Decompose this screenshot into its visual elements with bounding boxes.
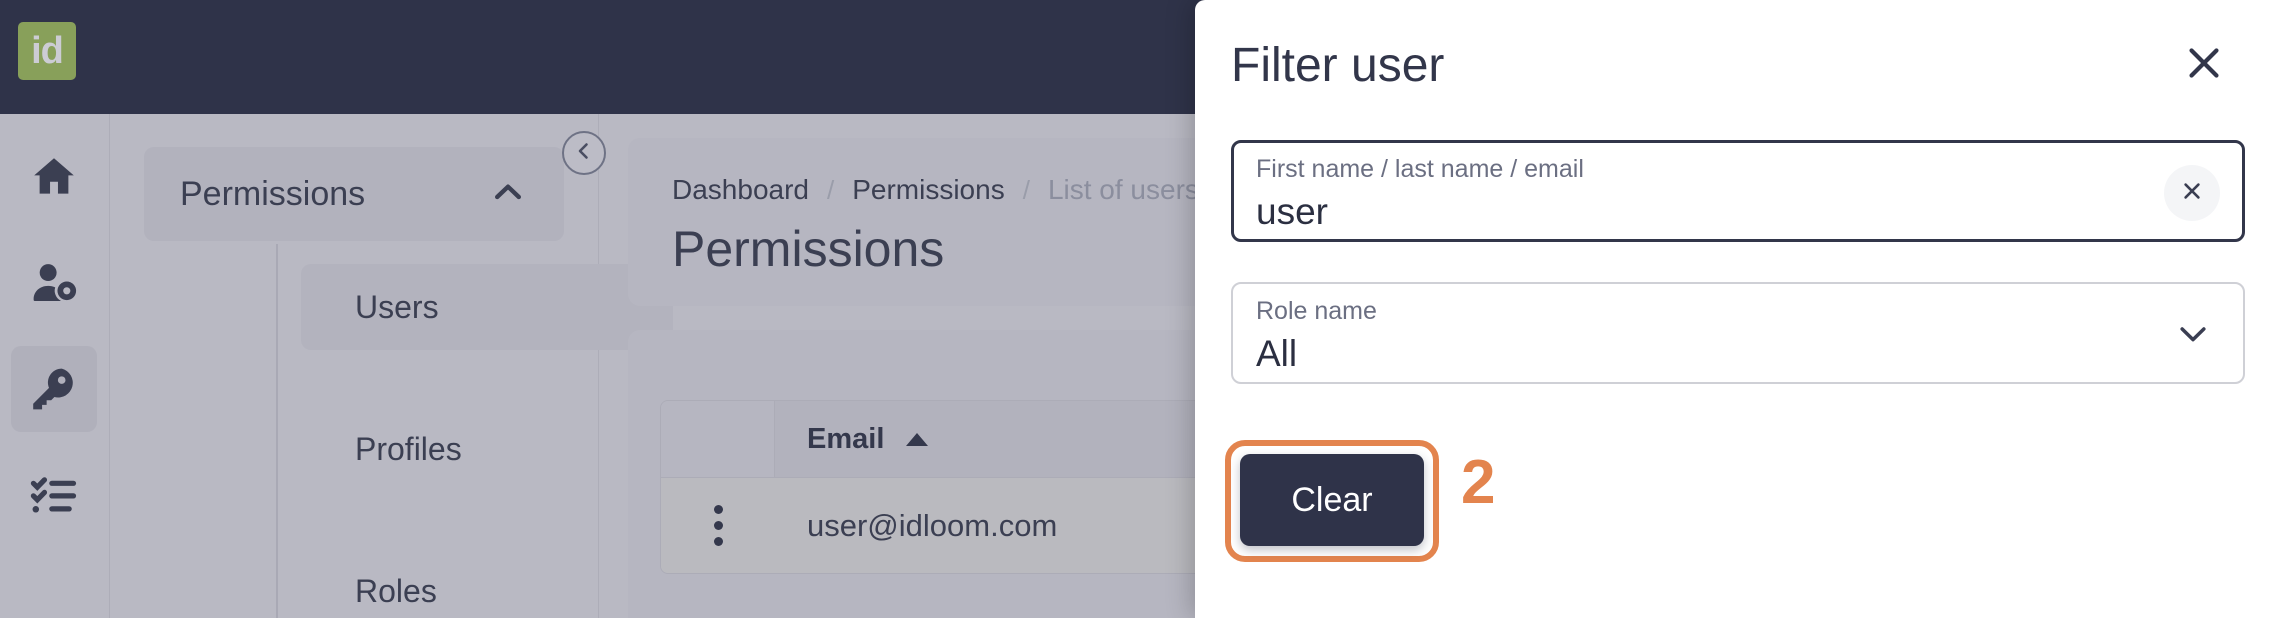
role-name-filter-value[interactable]: All — [1256, 333, 1297, 375]
table-header-actions — [661, 401, 775, 477]
breadcrumb-separator: / — [826, 174, 835, 205]
section-nav-divider — [276, 244, 278, 618]
app-root: id Permissions Users Profiles Roles Dash… — [0, 0, 2280, 618]
name-email-filter-label: First name / last name / email — [1256, 155, 1584, 183]
section-nav-header-label: Permissions — [180, 174, 366, 213]
breadcrumb-item-list-of-users: List of users — [1047, 174, 1199, 205]
close-drawer-button[interactable] — [2172, 33, 2236, 97]
role-name-filter-field[interactable]: Role name All — [1231, 282, 2245, 384]
user-gear-icon — [28, 257, 80, 309]
section-nav-item-label: Users — [355, 288, 439, 325]
name-email-filter-clear-button[interactable] — [2164, 165, 2220, 221]
close-icon — [2181, 40, 2227, 91]
key-icon — [28, 363, 80, 415]
chevron-up-icon — [488, 172, 528, 217]
role-name-filter-dropdown-toggle[interactable] — [2169, 312, 2217, 360]
filter-user-drawer: Filter user First name / last name / ema… — [1195, 0, 2280, 618]
breadcrumb-separator: / — [1022, 174, 1030, 205]
table-header-email-label: Email — [807, 422, 885, 455]
drawer-title: Filter user — [1231, 38, 1445, 92]
rail-item-user-settings[interactable] — [11, 240, 97, 326]
kebab-menu-icon[interactable] — [713, 505, 723, 546]
breadcrumb-item-permissions[interactable]: Permissions — [852, 174, 1004, 206]
sort-ascending-icon — [906, 432, 929, 446]
breadcrumb-item-dashboard[interactable]: Dashboard — [672, 174, 809, 206]
row-actions-cell[interactable] — [661, 505, 775, 546]
name-email-filter-value[interactable]: user — [1256, 191, 1328, 233]
role-name-filter-label: Role name — [1256, 297, 1377, 325]
section-nav-item-label: Profiles — [355, 430, 462, 467]
section-nav-header-permissions[interactable]: Permissions — [144, 147, 564, 241]
name-email-filter-field[interactable]: First name / last name / email user — [1231, 140, 2245, 242]
logo-text: id — [31, 30, 64, 72]
rail-item-tasks[interactable] — [11, 452, 97, 538]
drawer-header: Filter user — [1195, 0, 2280, 130]
app-logo[interactable]: id — [18, 22, 76, 80]
icon-rail — [0, 114, 110, 618]
rail-item-home[interactable] — [11, 134, 97, 220]
rail-item-permissions[interactable] — [11, 346, 97, 432]
chevron-left-icon — [572, 139, 596, 168]
checklist-icon — [28, 469, 80, 521]
section-nav-item-label: Roles — [355, 572, 437, 609]
chevron-down-icon — [2173, 314, 2213, 359]
step-number-badge: 2 — [1461, 448, 1496, 517]
clear-x-icon — [2178, 177, 2206, 210]
section-nav: Permissions Users Profiles Roles — [111, 114, 673, 618]
clear-filters-button[interactable]: Clear — [1240, 454, 1424, 546]
home-icon — [29, 152, 79, 202]
